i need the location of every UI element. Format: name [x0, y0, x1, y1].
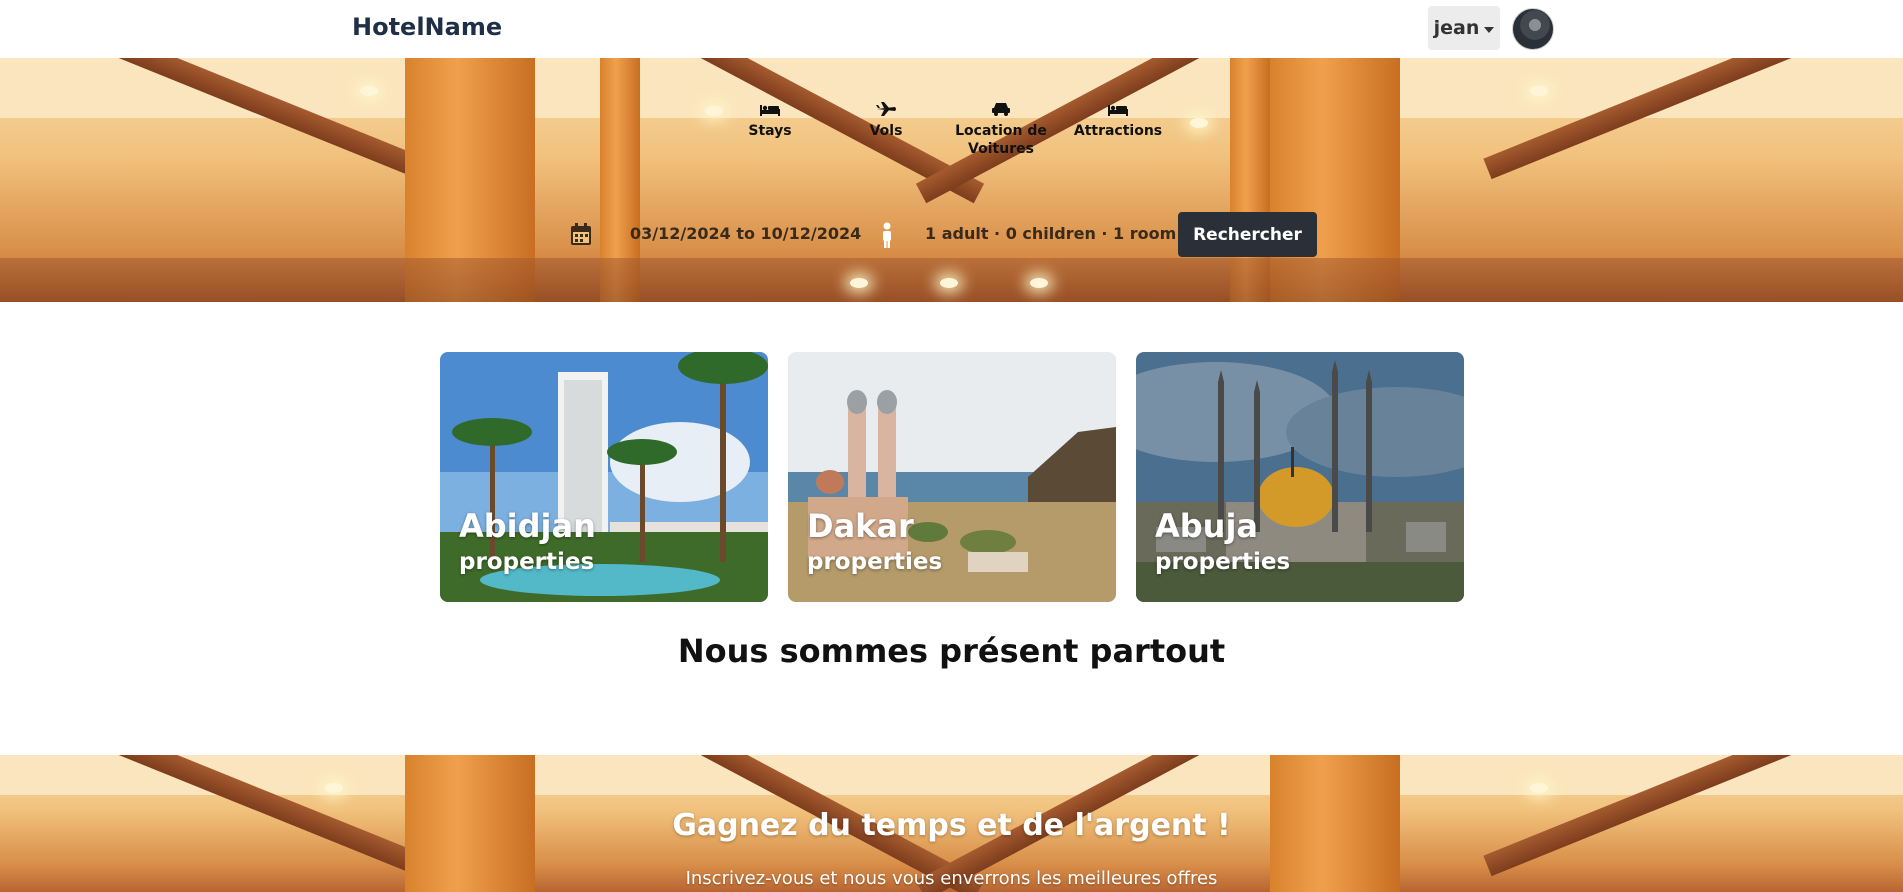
ceiling-light: [1530, 783, 1548, 793]
ceiling-light: [940, 278, 958, 288]
ceiling-light: [1030, 278, 1048, 288]
city-subtitle: properties: [807, 549, 943, 575]
person-icon: [883, 222, 891, 248]
guests-field[interactable]: 1 adult · 0 children · 1 room: [925, 224, 1176, 243]
promo-subtitle: Inscrivez-vous et nous vous enverrons le…: [685, 868, 1218, 889]
tab-label: Vols: [869, 123, 903, 139]
city-card-dakar[interactable]: Dakar properties: [788, 352, 1116, 602]
ceiling-light: [360, 86, 378, 96]
search-bar: 03/12/2024 to 10/12/2024 1 adult · 0 chi…: [0, 210, 1903, 258]
city-card-abidjan[interactable]: Abidjan properties: [440, 352, 768, 602]
tab-attractions[interactable]: Attractions: [1074, 100, 1162, 140]
category-tabs: Stays Vols Location de Voitures Attracti…: [0, 100, 1903, 170]
caret-down-icon: [1484, 26, 1495, 33]
tab-location-voitures[interactable]: Location de Voitures: [952, 100, 1050, 158]
bed-icon: [1108, 105, 1128, 116]
city-name: Abuja: [1155, 507, 1259, 545]
tab-stays[interactable]: Stays: [740, 100, 800, 140]
search-button[interactable]: Rechercher: [1178, 212, 1317, 257]
ceiling-light: [325, 783, 343, 793]
plane-icon: [876, 102, 896, 116]
car-icon: [992, 103, 1010, 116]
section-title: Nous sommes présent partout: [677, 632, 1226, 670]
tab-label: Attractions: [1073, 123, 1163, 139]
city-name: Abidjan: [459, 507, 596, 545]
tab-label: Location de Voitures: [955, 123, 1047, 157]
ceiling-background: [0, 755, 1903, 795]
city-name: Dakar: [807, 507, 914, 545]
city-card-abuja[interactable]: Abuja properties: [1136, 352, 1464, 602]
tab-label: Stays: [748, 123, 792, 139]
user-menu-label: jean: [1433, 17, 1480, 39]
bed-icon: [760, 105, 780, 116]
ceiling-light: [850, 278, 868, 288]
city-subtitle: properties: [1155, 549, 1291, 575]
user-menu-dropdown[interactable]: jean: [1428, 6, 1500, 50]
calendar-icon[interactable]: [570, 222, 592, 246]
brand-logo[interactable]: HotelName: [352, 13, 502, 41]
tab-vols[interactable]: Vols: [858, 100, 914, 140]
promo-title: Gagnez du temps et de l'argent !: [672, 808, 1231, 843]
date-range-field[interactable]: 03/12/2024 to 10/12/2024: [630, 224, 861, 243]
ceiling-light: [1530, 86, 1548, 96]
avatar[interactable]: [1512, 8, 1554, 50]
hero-banner: Stays Vols Location de Voitures Attracti…: [0, 58, 1903, 302]
top-navbar: HotelName jean: [0, 0, 1903, 59]
city-subtitle: properties: [459, 549, 595, 575]
